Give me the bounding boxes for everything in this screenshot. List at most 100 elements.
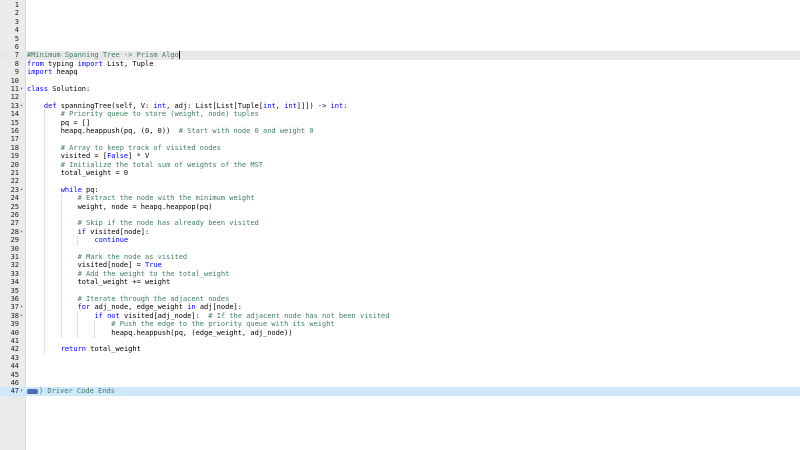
- code-line[interactable]: 32 visited[node] = True: [0, 261, 800, 269]
- code-text: # Priority queue to store (weight, node)…: [27, 110, 259, 119]
- fold-toggle-icon[interactable]: ▾: [20, 85, 25, 93]
- code-line[interactable]: 47 ▾} Driver Code Ends: [0, 387, 800, 396]
- code-text: weight, node = heapq.heappop(pq): [27, 202, 213, 211]
- line-number: 13: [10, 101, 19, 110]
- code-line[interactable]: 15 pq = []: [0, 119, 800, 127]
- line-number: 11: [10, 85, 19, 93]
- line-number: 37: [10, 303, 19, 312]
- code-line[interactable]: 1: [0, 1, 800, 9]
- code-text: total_weight = 0: [27, 169, 129, 177]
- code-text: def spanningTree(self, V: int, adj: List…: [43, 101, 348, 110]
- code-line[interactable]: 40 heapq.heappush(pq, (edge_weight, adj_…: [0, 329, 800, 337]
- code-line[interactable]: 27 # Skip if the node has already been v…: [0, 219, 800, 227]
- line-number: 41: [10, 337, 19, 345]
- code-line[interactable]: 10: [0, 77, 800, 85]
- code-line[interactable]: 37 ▾ for adj_node, edge_weight in adj[nod…: [0, 303, 800, 311]
- line-number: 26: [10, 211, 19, 219]
- code-line[interactable]: 21 total_weight = 0: [0, 169, 800, 177]
- code-text: if visited[node]:: [77, 227, 150, 236]
- fold-toggle-icon[interactable]: ▾: [20, 312, 25, 320]
- code-line[interactable]: 20 # Initialize the total sum of weights…: [0, 161, 800, 169]
- code-line[interactable]: 44: [0, 362, 800, 370]
- fold-toggle-icon[interactable]: ▾: [20, 303, 25, 311]
- code-line[interactable]: 42 return total_weight: [0, 345, 800, 353]
- code-line[interactable]: 8 from typing import List, Tuple: [0, 60, 800, 68]
- code-line[interactable]: 30: [0, 245, 800, 253]
- code-line[interactable]: 34 total_weight += weight: [0, 278, 800, 286]
- line-number: 7: [14, 51, 19, 60]
- code-text: # Initialize the total sum of weights of…: [27, 160, 264, 169]
- code-line[interactable]: 43: [0, 354, 800, 362]
- line-number: 9: [14, 68, 19, 77]
- line-number: 24: [10, 194, 19, 203]
- code-text: pq = []: [27, 118, 91, 127]
- line-number: 47: [10, 387, 19, 396]
- code-text: # Mark the node as visited: [27, 253, 188, 261]
- text-cursor: [178, 51, 180, 60]
- line-number: 12: [10, 93, 19, 102]
- code-text: # Array to keep track of visited nodes: [27, 143, 221, 152]
- code-line[interactable]: 7 #Minimum Spanning Tree -> Prism Algo: [0, 51, 800, 60]
- code-line[interactable]: 33 # Add the weight to the total_weight: [0, 270, 800, 278]
- fold-toggle-icon[interactable]: ▾: [20, 387, 25, 395]
- indent-guide: [43, 110, 45, 354]
- code-line[interactable]: 41: [0, 337, 800, 345]
- collapsed-region-icon[interactable]: [27, 388, 38, 394]
- code-line[interactable]: 18 # Array to keep track of visited node…: [0, 144, 800, 152]
- line-number: 28: [10, 227, 19, 236]
- code-line[interactable]: 13 ▾ def spanningTree(self, V: int, adj: …: [0, 102, 800, 110]
- line-number: 2: [14, 9, 19, 18]
- code-line[interactable]: 23 ▾ while pq:: [0, 186, 800, 194]
- code-line[interactable]: 3: [0, 18, 800, 26]
- line-number: 45: [10, 370, 19, 379]
- fold-toggle-icon[interactable]: ▾: [20, 102, 25, 110]
- code-line[interactable]: 46: [0, 379, 800, 387]
- line-number: 38: [10, 311, 19, 320]
- line-number: 31: [10, 253, 19, 261]
- line-number: 8: [14, 59, 19, 68]
- code-editor[interactable]: 1 2 3 4 5 6 7 #Minimum Spanning Tree -> Prism A…: [0, 0, 800, 450]
- code-line[interactable]: 45: [0, 371, 800, 379]
- line-number: 21: [10, 169, 19, 177]
- line-number: 44: [10, 362, 19, 371]
- code-line[interactable]: 16 heapq.heappush(pq, (0, 0)) # Start wi…: [0, 127, 800, 135]
- code-line[interactable]: 12: [0, 93, 800, 101]
- code-text: # Add the weight to the total_weight: [27, 269, 230, 278]
- code-line[interactable]: 35: [0, 287, 800, 295]
- line-number: 14: [10, 110, 19, 119]
- code-text: # Iterate through the adjacent nodes: [27, 295, 230, 303]
- code-line[interactable]: 38 ▾ if not visited[adj_node]: # If the a…: [0, 312, 800, 320]
- code-text: heapq.heappush(pq, (edge_weight, adj_nod…: [27, 328, 293, 337]
- fold-toggle-icon[interactable]: ▾: [20, 186, 25, 194]
- line-number: 20: [10, 160, 19, 169]
- code-line[interactable]: 24 # Extract the node with the minimum w…: [0, 194, 800, 202]
- code-line[interactable]: 19 visited = [False] * V: [0, 152, 800, 160]
- line-number: 33: [10, 269, 19, 278]
- line-number: 40: [10, 328, 19, 337]
- code-line[interactable]: 6: [0, 43, 800, 51]
- code-line[interactable]: 17: [0, 135, 800, 143]
- line-number: 22: [10, 177, 19, 186]
- line-number: 19: [10, 152, 19, 161]
- code-line[interactable]: 28 ▾ if visited[node]:: [0, 228, 800, 236]
- code-line[interactable]: 14 # Priority queue to store (weight, no…: [0, 110, 800, 118]
- code-line[interactable]: 2: [0, 9, 800, 17]
- fold-toggle-icon[interactable]: ▾: [20, 228, 25, 236]
- code-line[interactable]: 11 ▾ class Solution:: [0, 85, 800, 93]
- code-line[interactable]: 5: [0, 35, 800, 43]
- code-text: class Solution:: [27, 85, 91, 93]
- code-line[interactable]: 26: [0, 211, 800, 219]
- code-line[interactable]: 31 # Mark the node as visited: [0, 253, 800, 261]
- code-line[interactable]: 36 # Iterate through the adjacent nodes: [0, 295, 800, 303]
- code-text: from typing import List, Tuple: [27, 59, 154, 68]
- code-line[interactable]: 9 import heapq: [0, 68, 800, 76]
- line-number: 15: [10, 118, 19, 127]
- code-line[interactable]: 29 continue: [0, 236, 800, 244]
- code-line[interactable]: 4: [0, 26, 800, 34]
- code-line[interactable]: 25 weight, node = heapq.heappop(pq): [0, 203, 800, 211]
- line-number: 29: [10, 236, 19, 245]
- code-line[interactable]: 39 # Push the edge to the priority queue…: [0, 320, 800, 328]
- line-number: 4: [14, 26, 19, 35]
- code-line[interactable]: 22: [0, 177, 800, 185]
- line-number: 34: [10, 278, 19, 287]
